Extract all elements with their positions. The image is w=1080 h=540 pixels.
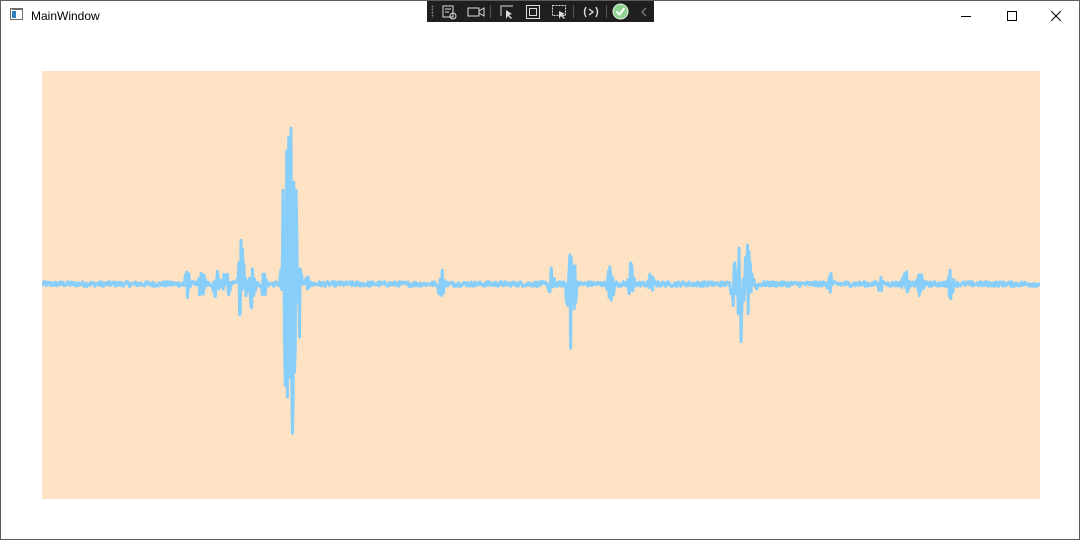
- close-icon: [1050, 10, 1062, 22]
- toolbar-separator: [490, 5, 491, 18]
- window-title: MainWindow: [31, 9, 100, 23]
- toolbar-separator: [606, 5, 607, 18]
- minimize-icon: [961, 16, 971, 17]
- minimize-button[interactable]: [943, 1, 989, 31]
- toolbar-grip-icon[interactable]: [431, 5, 434, 18]
- waveform-plot: [42, 71, 1040, 499]
- maximize-icon: [1007, 11, 1017, 21]
- close-button[interactable]: [1033, 1, 1079, 31]
- main-window: MainWindow: [0, 0, 1080, 540]
- hot-reload-icon[interactable]: [582, 3, 600, 20]
- track-focus-icon[interactable]: [550, 3, 568, 20]
- xaml-debug-toolbar: [427, 1, 654, 22]
- waveform-chart: [42, 126, 1040, 435]
- hot-reload-ok-icon[interactable]: [611, 3, 629, 20]
- maximize-button[interactable]: [989, 1, 1035, 31]
- camera-icon[interactable]: [467, 3, 485, 20]
- app-icon: [10, 8, 23, 20]
- collapse-chevron-icon[interactable]: [635, 3, 653, 20]
- toolbar-separator: [573, 5, 574, 18]
- waveform-series-line: [42, 126, 1040, 435]
- live-visual-tree-icon[interactable]: [440, 3, 458, 20]
- display-layout-adorners-icon[interactable]: [524, 3, 542, 20]
- select-element-icon[interactable]: [498, 3, 516, 20]
